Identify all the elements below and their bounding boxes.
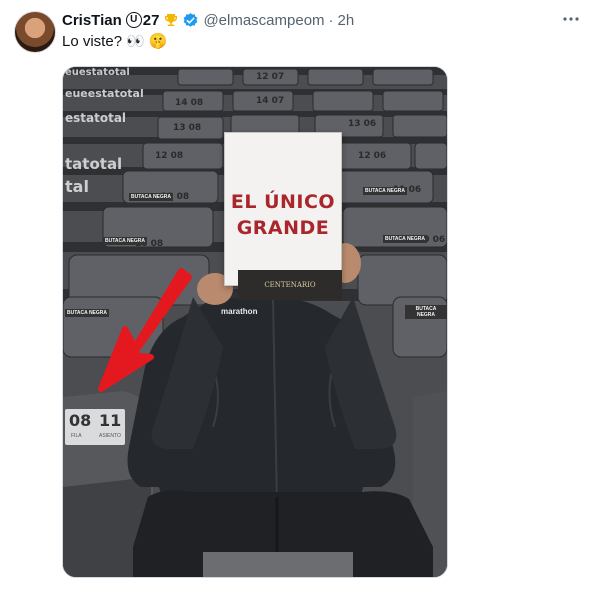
u-badge-icon: U xyxy=(125,12,142,28)
shushing-emoji: 🤫 xyxy=(148,33,168,50)
seat-col-label: ASIENTO xyxy=(99,433,121,439)
stand-banner-text: eueestatotal xyxy=(65,87,144,100)
stand-banner-text: tatotal xyxy=(65,155,123,173)
display-name[interactable]: CrisTian xyxy=(62,12,122,29)
handle[interactable]: @elmascampeom xyxy=(203,12,324,29)
seat-tag: BUTACA NEGRA xyxy=(65,309,109,317)
seat-label: 13 06 xyxy=(348,119,377,129)
seat-tag: BUTACA NEGRA xyxy=(383,235,427,243)
tweet-text: Lo viste? 👀 🤫 xyxy=(62,32,167,52)
stand-banner-text: estatotal xyxy=(65,111,127,125)
tweet-media-photo[interactable]: 12 07 13 06 13 08 14 07 14 08 12 08 12 0… xyxy=(62,66,448,578)
seat-tag: BUTACA NEGRA xyxy=(129,193,173,201)
tweet[interactable]: CrisTian U 27 @elmascampeom · 2h Lo vist… xyxy=(0,0,592,589)
seat-number-plate: 08 11 FILA ASIENTO xyxy=(65,409,125,445)
jacket-brand: marathon xyxy=(221,307,258,316)
eyes-emoji: 👀 xyxy=(126,33,145,50)
seat-col-number: 11 xyxy=(99,411,122,430)
seat-label: 14 07 xyxy=(256,96,285,106)
display-name-number: 27 xyxy=(142,11,160,29)
seat-tag: BUTACA NEGRA xyxy=(363,187,407,195)
separator-dot: · xyxy=(328,11,334,29)
seat-label: 13 08 xyxy=(173,123,202,133)
verified-badge-icon xyxy=(184,12,198,27)
more-options-icon[interactable] xyxy=(562,10,580,28)
avatar[interactable] xyxy=(14,11,56,53)
seat-label: 12 06 xyxy=(358,151,387,161)
seat-tag: BUTACA NEGRA xyxy=(405,305,447,319)
timestamp[interactable]: 2h xyxy=(338,12,355,29)
sign-line-2: GRANDE xyxy=(236,217,330,239)
trophy-icon xyxy=(165,14,178,26)
seat-label: 12 08 xyxy=(155,151,184,161)
seat-row-label: FILA xyxy=(71,433,82,439)
tweet-header: CrisTian U 27 @elmascampeom · 2h xyxy=(62,10,354,30)
seat-label: 14 08 xyxy=(175,98,204,108)
tweet-text-body: Lo viste? xyxy=(62,33,123,50)
stand-banner-text: tal xyxy=(65,177,89,196)
stand-banner-text: euestatotal xyxy=(65,67,130,78)
seat-row-number: 08 xyxy=(69,411,92,430)
seat-tag: BUTACA NEGRA xyxy=(103,237,147,245)
sign-footer: CENTENARIO xyxy=(238,270,342,300)
sign-line-1: EL ÚNICO xyxy=(230,191,336,213)
sign-board: EL ÚNICO GRANDE xyxy=(224,132,342,286)
seat-label: 12 07 xyxy=(256,72,285,82)
